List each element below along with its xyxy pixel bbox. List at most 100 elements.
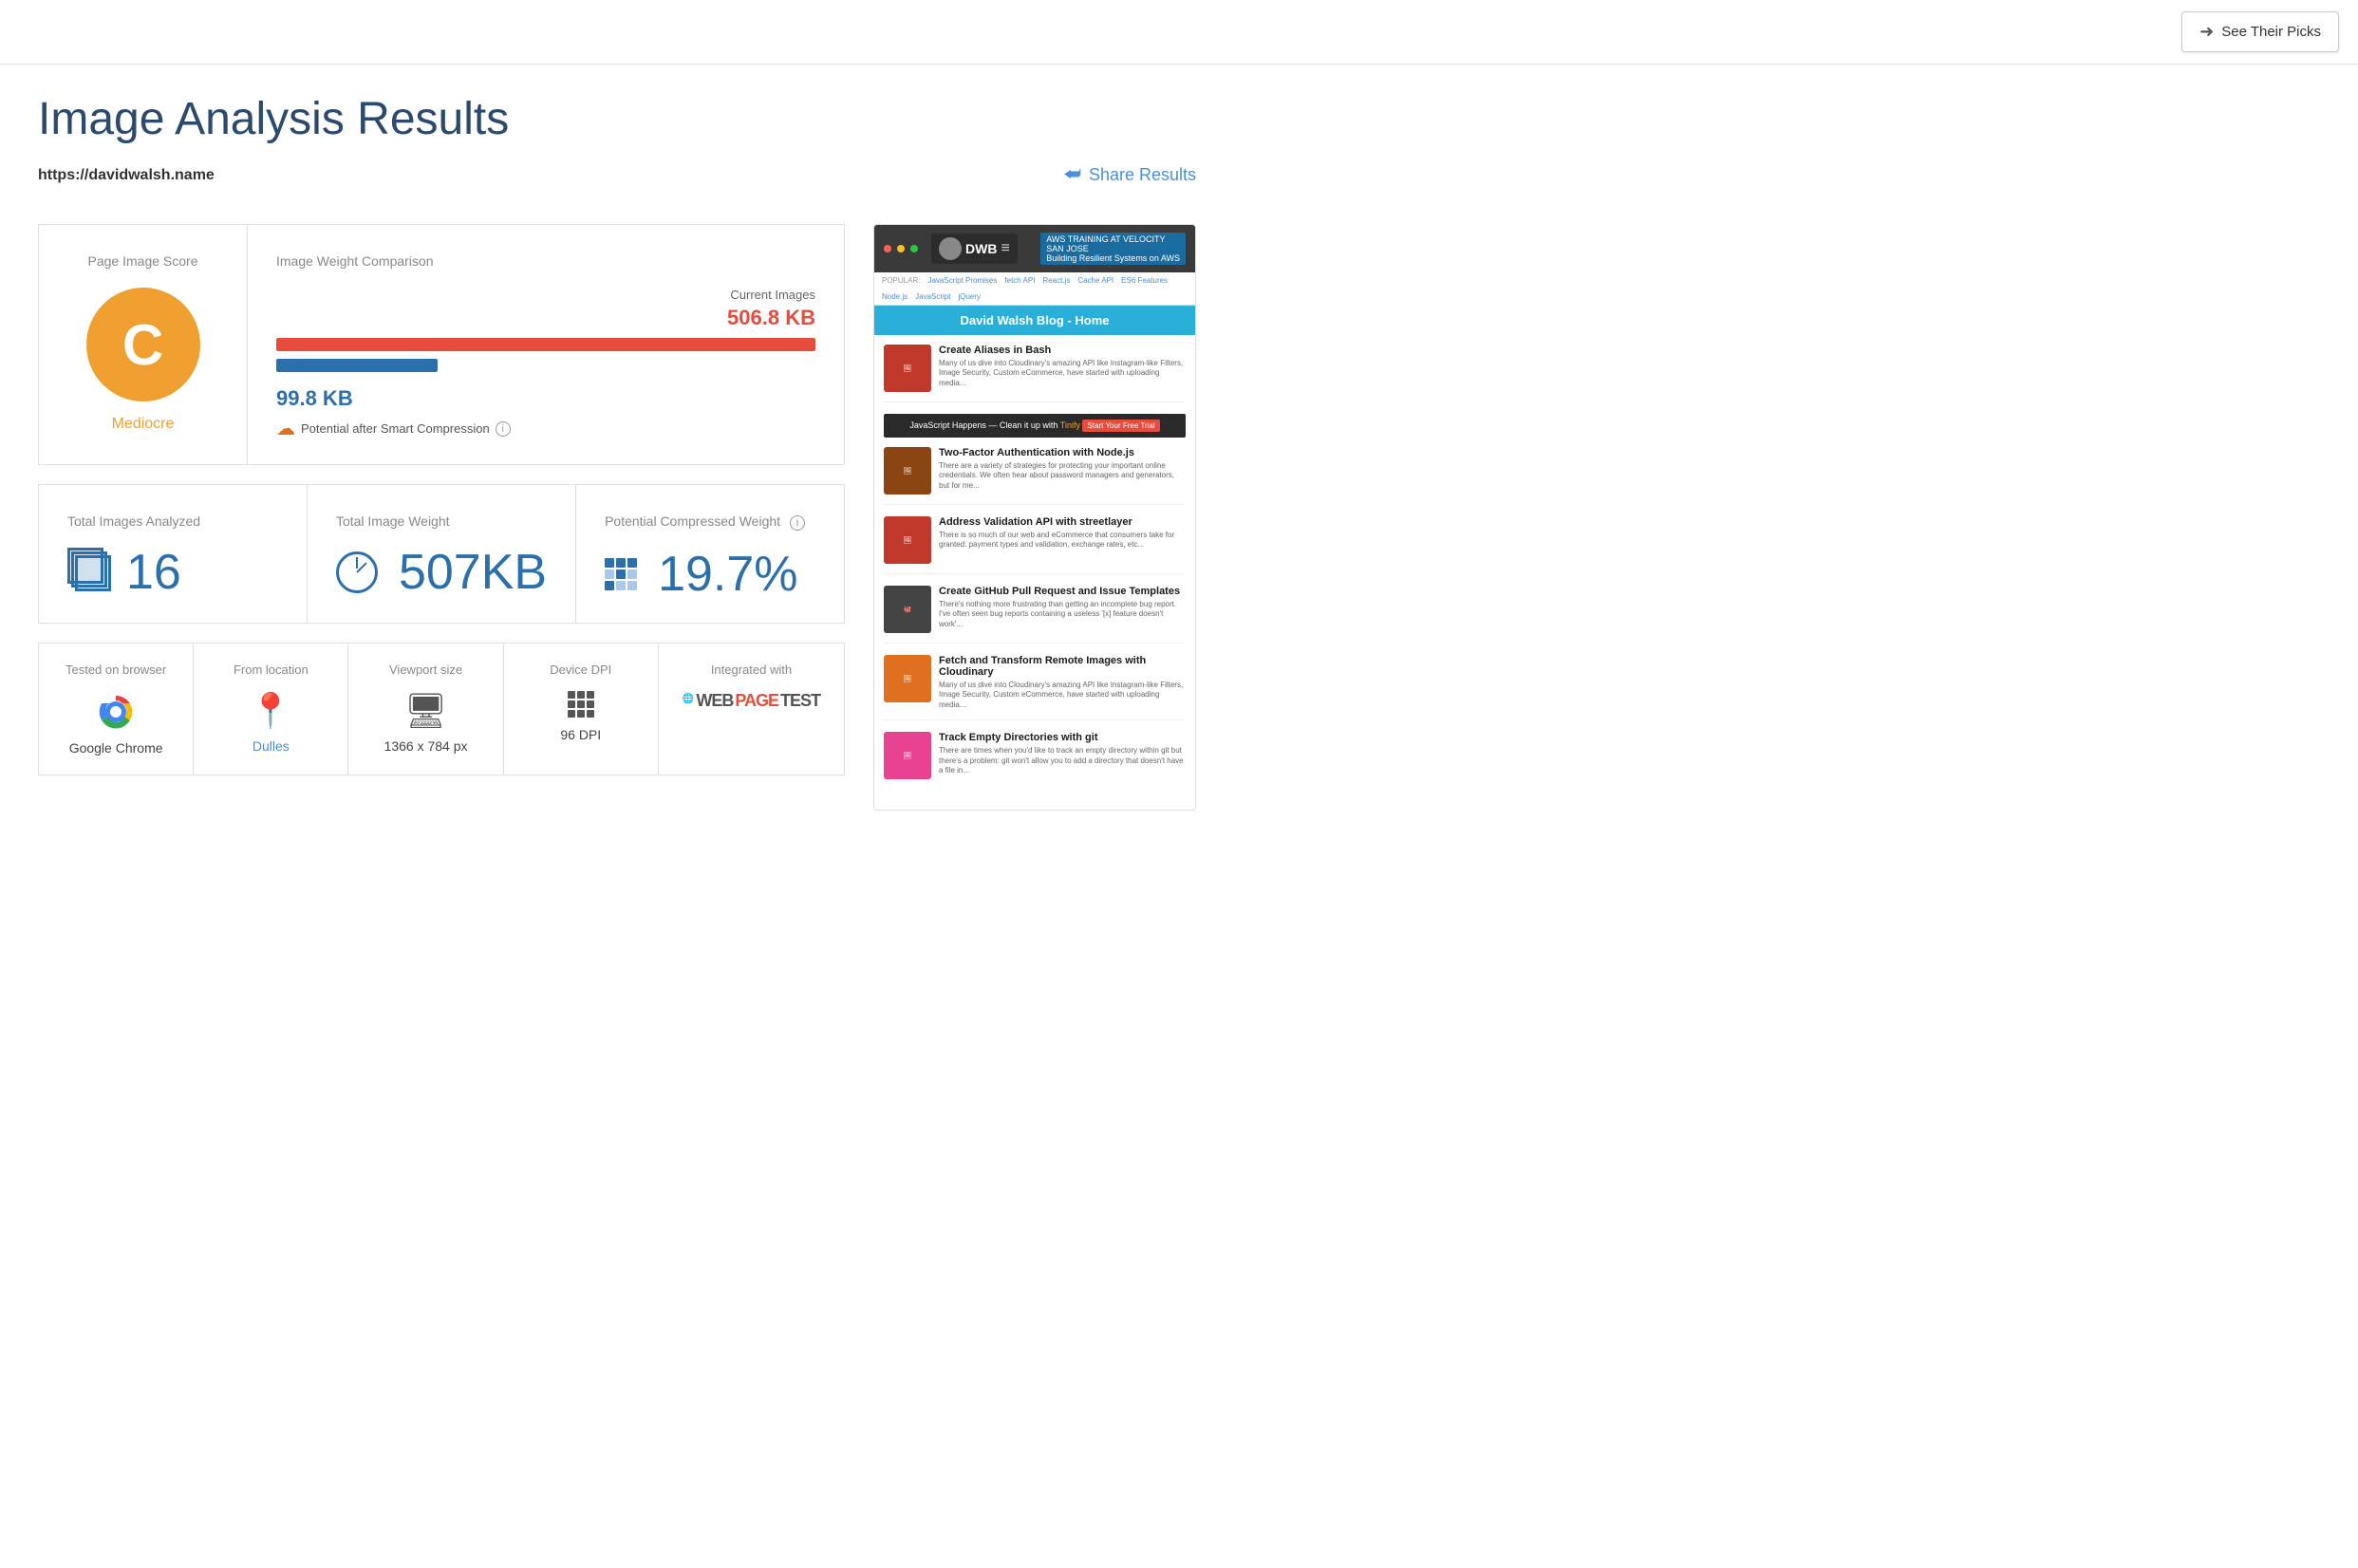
nav-javascript[interactable]: JavaScript [915,292,950,301]
sc-article-5-text: Fetch and Transform Remote Images with C… [939,655,1186,710]
compression-grid-icon [605,558,637,590]
sc-article-1: 🖼 Create Aliases in Bash Many of us dive… [884,345,1186,402]
browser-dot-yellow [897,245,905,252]
compressed-weight-cell: Potential Compressed Weight i [576,485,844,623]
images-stack-icon [67,548,117,597]
left-panels: Page Image Score C Mediocre Image Weight… [38,224,845,811]
screenshot-panel: DWB ≡ AWS TRAINING AT VELOCITYSAN JOSEBu… [873,224,1196,811]
url-share-row: https://davidwalsh.name ⮨ Share Results [38,164,1196,186]
nav-es6[interactable]: ES6 Features [1121,276,1168,285]
current-images-label: Current Images [276,288,815,302]
dpi-grid-icon [528,691,634,718]
browser-dot-green [910,245,918,252]
location-value: Dulles [217,738,324,754]
content-layout: Page Image Score C Mediocre Image Weight… [38,224,1196,811]
share-results-button[interactable]: ⮨ Share Results [1063,164,1196,186]
total-weight-label: Total Image Weight [336,513,547,529]
analyzed-url: https://davidwalsh.name [38,167,215,184]
screenshot-content: 🖼 Create Aliases in Bash Many of us dive… [874,335,1195,810]
sc-thumb-6: 🖼 [884,732,931,779]
screenshot-blog-banner: David Walsh Blog - Home [874,306,1195,335]
nav-popular: POPULAR: [882,276,920,285]
sc-ad-banner: JavaScript Happens — Clean it up with Ti… [884,414,1186,438]
location-label: From location [217,663,324,677]
sc-article-3-text: Address Validation API with streetlayer … [939,516,1186,564]
blog-banner-text: David Walsh Blog - Home [961,313,1110,327]
total-images-label: Total Images Analyzed [67,513,278,529]
browser-dot-red [884,245,891,252]
sc-title-3: Address Validation API with streetlayer [939,516,1186,528]
arrow-right-icon: ➜ [2199,22,2214,42]
dpi-label: Device DPI [528,663,634,677]
sc-article-1-text: Create Aliases in Bash Many of us dive i… [939,345,1186,392]
sc-article-6-text: Track Empty Directories with git There a… [939,732,1186,779]
weight-comparison-cell: Image Weight Comparison Current Images 5… [248,225,844,464]
total-weight-number: 507KB [399,548,547,597]
chrome-icon [95,691,137,733]
nav-fetch[interactable]: fetch API [1004,276,1035,285]
share-icon: ⮨ [1063,164,1081,186]
nav-node[interactable]: Node.js [882,292,908,301]
dpi-value: 96 DPI [528,727,634,742]
compressed-weight-bar [276,359,438,372]
viewport-cell: Viewport size 🖥 1366 x 784 px [348,644,503,775]
dpi-cell: Device DPI [504,644,659,775]
sc-text-4: There's nothing more frustrating than ge… [939,600,1186,629]
sc-title-2: Two-Factor Authentication with Node.js [939,447,1186,458]
total-images-number: 16 [126,548,181,597]
location-pin-icon: 📍 [217,691,324,731]
compressed-info-icon[interactable]: i [790,515,805,531]
sc-article-4: 🐙 Create GitHub Pull Request and Issue T… [884,586,1186,644]
sc-article-3: 🖼 Address Validation API with streetlaye… [884,516,1186,574]
score-cell: Page Image Score C Mediocre [39,225,248,464]
score-grade: Mediocre [67,416,218,433]
browser-value: Google Chrome [63,740,169,756]
viewport-icon: 🖥 [372,691,478,731]
sc-text-2: There are a variety of strategies for pr… [939,461,1186,491]
dwb-menu-icon: ≡ [1001,240,1009,257]
total-images-value-area: 16 [67,548,278,597]
nav-js-promises[interactable]: JavaScript Promises [927,276,997,285]
weight-bars [276,338,815,372]
sc-text-1: Many of us dive into Cloudinary's amazin… [939,359,1186,388]
weight-label: Image Weight Comparison [276,253,815,269]
score-weight-row: Page Image Score C Mediocre Image Weight… [38,224,845,465]
sc-ad-button[interactable]: Start Your Free Trial [1082,420,1159,432]
viewport-label: Viewport size [372,663,478,677]
sc-title-4: Create GitHub Pull Request and Issue Tem… [939,586,1186,597]
cloud-upload-icon: ☁ [276,417,295,440]
nav-react[interactable]: React.js [1042,276,1070,285]
info-row: Tested on browser [38,643,845,775]
viewport-value: 1366 x 784 px [372,738,478,754]
compressed-value: 99.8 KB [276,386,815,411]
nav-jquery[interactable]: jQuery [958,292,981,301]
score-letter: C [122,312,163,378]
dwb-text: DWB [965,241,997,256]
nav-cache[interactable]: Cache API [1077,276,1114,285]
sc-thumb-3: 🖼 [884,516,931,564]
sc-article-6: 🖼 Track Empty Directories with git There… [884,732,1186,789]
score-circle: C [86,288,200,401]
current-images-value: 506.8 KB [276,306,815,330]
webpagetest-logo: 🌐 WEBPAGETEST [683,691,820,711]
aws-badge: AWS TRAINING AT VELOCITYSAN JOSEBuilding… [1040,233,1186,265]
see-their-picks-label: See Their Picks [2221,24,2321,40]
integration-cell: Integrated with 🌐 WEBPAGETEST WebPageTes… [659,644,844,775]
sc-text-5: Many of us dive into Cloudinary's amazin… [939,681,1186,710]
dwb-logo: DWB ≡ [931,233,1018,264]
sc-text-3: There is so much of our web and eCommerc… [939,531,1186,551]
screenshot-nav: POPULAR: JavaScript Promises fetch API R… [874,272,1195,306]
location-cell: From location 📍 Dulles [194,644,348,775]
main-content: Image Analysis Results https://davidwals… [0,65,1234,839]
weight-clock-icon [336,551,378,593]
sc-title-6: Track Empty Directories with git [939,732,1186,743]
see-their-picks-button[interactable]: ➜ See Their Picks [2181,11,2339,52]
sc-article-2-text: Two-Factor Authentication with Node.js T… [939,447,1186,495]
compressed-weight-value-area: 19.7% [605,550,815,599]
current-weight-bar [276,338,815,351]
compressed-weight-number: 19.7% [658,550,797,599]
top-bar: ➜ See Their Picks [0,0,2358,65]
sc-title-5: Fetch and Transform Remote Images with C… [939,655,1186,678]
info-icon[interactable]: i [496,421,511,437]
right-screenshot: DWB ≡ AWS TRAINING AT VELOCITYSAN JOSEBu… [873,224,1196,811]
